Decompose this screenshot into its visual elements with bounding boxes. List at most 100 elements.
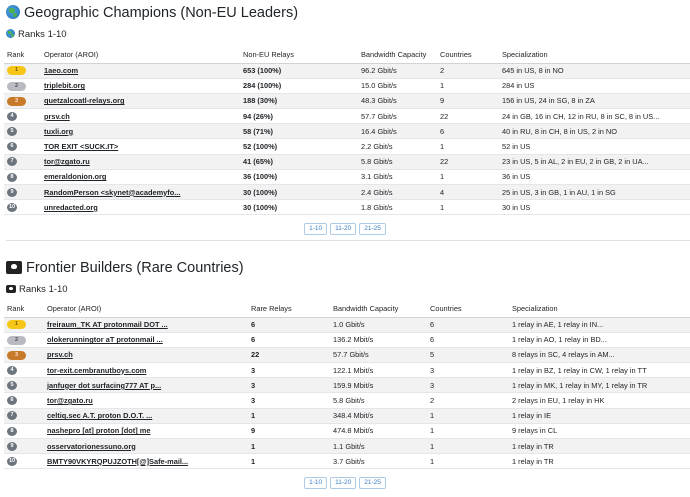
countries-cell: 1	[437, 138, 499, 155]
table-row: 3 quetzalcoatl-relays.org 188 (30%) 48.3 Gb…	[4, 93, 690, 110]
operator-link[interactable]: tuxli.org	[44, 127, 73, 136]
operator-link[interactable]: prsv.ch	[44, 112, 70, 121]
operator-link[interactable]: BMTY90VKYRQPUJZOTH[@]Safe-mail...	[47, 457, 188, 466]
operator-link[interactable]: tor@zgato.ru	[44, 157, 90, 166]
relays-cell: 52 (100%)	[240, 138, 358, 155]
medal-badge: 3	[7, 96, 26, 106]
operator-cell: emeraldonion.org	[41, 169, 240, 186]
rank-cell: 4	[4, 362, 44, 379]
table-row: 1 freiraum_TK AT protonmail DOT ... 6 1.0 G…	[4, 317, 690, 333]
operator-link[interactable]: 1aeo.com	[44, 66, 78, 75]
relays-cell: 1	[248, 438, 330, 455]
table-row: 2 olokerunningtor aT protonmail ... 6 136.2…	[4, 332, 690, 348]
rank-badge: 9	[7, 187, 17, 197]
bandwidth-cell: 474.8 Mbit/s	[330, 423, 427, 440]
relays-cell: 3	[248, 392, 330, 409]
rank-badge: 10	[7, 203, 17, 213]
rank-badge: 5	[7, 127, 17, 137]
countries-cell: 6	[427, 317, 509, 333]
operator-cell: prsv.ch	[41, 108, 240, 125]
operator-link[interactable]: tor@zgato.ru	[47, 396, 93, 405]
pagination: 1-10 11-20 21-25	[0, 477, 690, 489]
bandwidth-cell: 159.9 Mbit/s	[330, 377, 427, 394]
relays-cell: 9	[248, 423, 330, 440]
bandwidth-cell: 5.8 Gbit/s	[358, 154, 437, 170]
table-row: 7 tor@zgato.ru 41 (65%) 5.8 Gbit/s 22 23 in U…	[4, 154, 690, 170]
bandwidth-cell: 1.0 Gbit/s	[330, 317, 427, 333]
specialization-cell: 1 relay in AE, 1 relay in IN...	[509, 317, 690, 333]
operator-link[interactable]: osservatorionessuno.org	[47, 442, 136, 451]
operator-cell: nashepro [at] proton [dot] me	[44, 423, 248, 440]
relays-cell: 22	[248, 347, 330, 364]
section-subtitle: Ranks 1-10	[6, 284, 68, 296]
section-title: Geographic Champions (Non-EU Leaders)	[6, 4, 298, 22]
operator-link[interactable]: nashepro [at] proton [dot] me	[47, 426, 150, 435]
table-body: 1 freiraum_TK AT protonmail DOT ... 6 1.0 G…	[4, 317, 690, 470]
page-button[interactable]: 21-25	[359, 477, 386, 489]
section-title: Frontier Builders (Rare Countries)	[6, 259, 244, 277]
rank-cell: 2	[4, 332, 44, 348]
bandwidth-cell: 348.4 Mbit/s	[330, 408, 427, 424]
countries-cell: 22	[437, 108, 499, 125]
leaderboard-table: Rank Operator (AROI) Non-EU Relays Bandwidt…	[4, 46, 690, 216]
column-header: Bandwidth Capacity	[358, 46, 437, 64]
operator-link[interactable]: quetzalcoatl-relays.org	[44, 96, 125, 105]
table-row: 7 celtiq.sec A.T. proton D.O.T. ... 1 348.4…	[4, 408, 690, 424]
bandwidth-cell: 136.2 Mbit/s	[330, 332, 427, 348]
operator-link[interactable]: olokerunningtor aT protonmail ...	[47, 335, 163, 344]
page-button[interactable]: 21-25	[359, 223, 386, 235]
column-header: Countries	[437, 46, 499, 64]
medal-badge: 1	[7, 66, 26, 76]
countries-cell: 9	[437, 93, 499, 110]
operator-link[interactable]: emeraldonion.org	[44, 172, 106, 181]
relays-cell: 653 (100%)	[240, 63, 358, 79]
rank-badge: 5	[7, 381, 17, 391]
bandwidth-cell: 1.1 Gbit/s	[330, 438, 427, 455]
rank-cell: 5	[4, 377, 44, 394]
table-row: 10 BMTY90VKYRQPUJZOTH[@]Safe-mail... 1 3.7 …	[4, 453, 690, 470]
table-row: 3 prsv.ch 22 57.7 Gbit/s 5 8 relays in SC, 4 …	[4, 347, 690, 364]
page-button[interactable]: 11-20	[330, 223, 357, 235]
page-button[interactable]: 1-10	[304, 223, 328, 235]
bandwidth-cell: 48.3 Gbit/s	[358, 93, 437, 110]
operator-link[interactable]: tor-exit.cembranutboys.com	[47, 366, 146, 375]
specialization-cell: 156 in US, 24 in SG, 8 in ZA	[499, 93, 690, 110]
specialization-cell: 52 in US	[499, 138, 690, 155]
rank-cell: 1	[4, 317, 44, 333]
countries-cell: 3	[427, 362, 509, 379]
operator-link[interactable]: celtiq.sec A.T. proton D.O.T. ...	[47, 411, 152, 420]
operator-link[interactable]: triplebit.org	[44, 81, 85, 90]
operator-cell: prsv.ch	[44, 347, 248, 364]
globe-icon	[6, 29, 15, 38]
countries-cell: 1	[437, 199, 499, 216]
page-button[interactable]: 11-20	[330, 477, 357, 489]
relays-cell: 36 (100%)	[240, 169, 358, 186]
bandwidth-cell: 3.7 Gbit/s	[330, 453, 427, 470]
operator-link[interactable]: unredacted.org	[44, 203, 98, 212]
relays-cell: 6	[248, 317, 330, 333]
operator-cell: BMTY90VKYRQPUJZOTH[@]Safe-mail...	[44, 453, 248, 470]
relays-cell: 1	[248, 408, 330, 424]
rank-cell: 2	[4, 78, 41, 94]
specialization-cell: 1 relay in BZ, 1 relay in CW, 1 relay in…	[509, 362, 690, 379]
countries-cell: 3	[427, 377, 509, 394]
rank-cell: 3	[4, 93, 41, 110]
operator-link[interactable]: janfuger dot surfacing777 AT p...	[47, 381, 161, 390]
countries-cell: 1	[427, 438, 509, 455]
operator-cell: 1aeo.com	[41, 63, 240, 79]
operator-link[interactable]: TOR EXIT <SUCK.IT>	[44, 142, 118, 151]
column-header: Specialization	[509, 300, 690, 318]
operator-link[interactable]: freiraum_TK AT protonmail DOT ...	[47, 320, 168, 329]
relays-cell: 3	[248, 362, 330, 379]
operator-cell: osservatorionessuno.org	[44, 438, 248, 455]
table-row: 5 tuxli.org 58 (71%) 16.4 Gbit/s 6 40 in RU, …	[4, 123, 690, 140]
rank-badge: 10	[7, 457, 17, 467]
operator-cell: triplebit.org	[41, 78, 240, 94]
operator-cell: tor@zgato.ru	[44, 392, 248, 409]
page-button[interactable]: 1-10	[304, 477, 328, 489]
countries-cell: 2	[427, 392, 509, 409]
specialization-cell: 9 relays in CL	[509, 423, 690, 440]
specialization-cell: 1 relay in TR	[509, 453, 690, 470]
operator-link[interactable]: prsv.ch	[47, 350, 73, 359]
operator-link[interactable]: RandomPerson <skynet@academyfo...	[44, 188, 180, 197]
